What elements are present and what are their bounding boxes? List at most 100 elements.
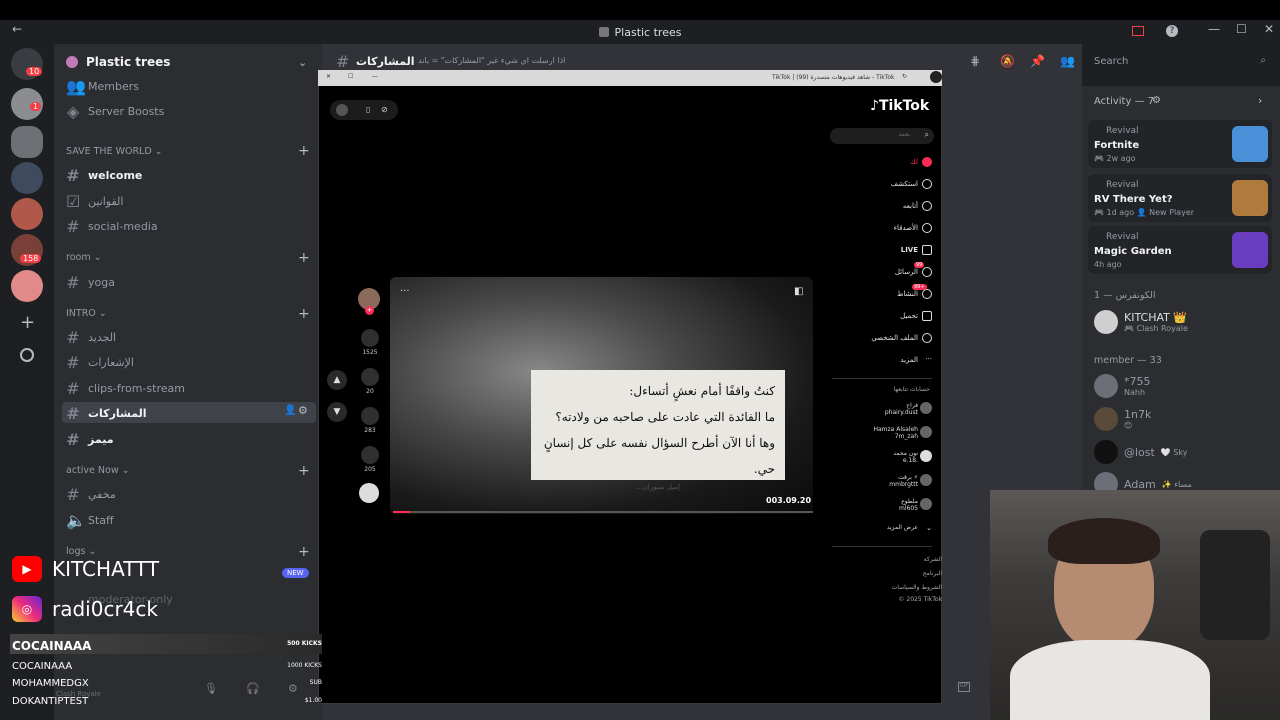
- maximize-button[interactable]: ☐: [1236, 22, 1247, 36]
- member-row[interactable]: 1n7k 😊: [1094, 407, 1151, 431]
- channel-topic[interactable]: اذا ارسلت اي شيء غير "المشاركات" = باند: [418, 56, 565, 65]
- close-button[interactable]: ✕: [1264, 22, 1274, 36]
- tiktok-search-input[interactable]: بحث ⌕: [830, 128, 934, 144]
- share-button[interactable]: 205: [360, 446, 380, 473]
- tiktok-controls[interactable]: ▯ ⊘: [330, 100, 398, 120]
- server-icon[interactable]: [11, 198, 43, 230]
- server-icon-plastic-trees[interactable]: [11, 126, 43, 158]
- notification-bell-icon[interactable]: 🔕: [1000, 54, 1015, 68]
- gear-icon[interactable]: ⚙: [1152, 95, 1161, 106]
- channel-yoga[interactable]: # yoga: [66, 273, 115, 292]
- nav-for-you[interactable]: لك: [846, 157, 932, 167]
- category-room[interactable]: room ⌄: [66, 252, 102, 263]
- microphone-icon[interactable]: 🎙: [204, 682, 218, 695]
- save-button[interactable]: 283: [360, 407, 380, 434]
- footer-program[interactable]: البرنامج: [870, 570, 942, 577]
- settings-icon[interactable]: ⊘: [381, 105, 388, 114]
- browser-icon[interactable]: [930, 71, 942, 83]
- settings-gear-icon[interactable]: ⚙: [288, 682, 298, 695]
- category-save-the-world[interactable]: SAVE THE WORLD ⌄: [66, 146, 163, 157]
- server-boosts-link[interactable]: ◈ Server Boosts: [66, 102, 165, 121]
- sound-disc-icon[interactable]: [359, 483, 379, 503]
- following-account[interactable]: ملطوع ml605: [850, 498, 932, 512]
- channel-memes[interactable]: # ميمز: [66, 430, 113, 449]
- channel-new[interactable]: # الجديد: [66, 328, 116, 347]
- follow-plus-icon[interactable]: +: [365, 306, 374, 315]
- category-intro[interactable]: INTRO ⌄: [66, 308, 107, 319]
- add-channel-icon[interactable]: +: [298, 544, 310, 560]
- reload-icon[interactable]: ↻: [902, 73, 907, 80]
- minimize-icon[interactable]: —: [372, 73, 378, 80]
- nav-more[interactable]: المزيد ···: [846, 355, 932, 364]
- add-channel-icon[interactable]: +: [298, 463, 310, 479]
- nav-messages[interactable]: الرسائل: [846, 267, 932, 277]
- channel-staff[interactable]: 🔈 Staff: [66, 511, 114, 530]
- server-icon[interactable]: [11, 270, 43, 302]
- previous-video-button[interactable]: ▲: [327, 370, 347, 390]
- nav-friends[interactable]: الأصدقاء: [846, 223, 932, 233]
- threads-icon[interactable]: ⋕: [970, 54, 980, 68]
- more-options-icon[interactable]: ···: [400, 286, 410, 297]
- member-list-icon[interactable]: 👥: [1060, 54, 1075, 68]
- like-button[interactable]: 1525: [360, 329, 380, 356]
- add-server-icon[interactable]: +: [20, 312, 35, 333]
- member-row[interactable]: KITCHAT 👑 🎮 Clash Royale: [1094, 310, 1188, 334]
- close-tab-icon[interactable]: ✕: [326, 73, 331, 80]
- channel-welcome[interactable]: # welcome: [66, 166, 142, 185]
- nav-activity[interactable]: النشاط: [846, 289, 932, 299]
- quote-card: كنتُ واقفًا أمام نعشٍ أتساءل: ما الفائدة…: [531, 370, 785, 491]
- chevron-right-icon[interactable]: ›: [1258, 94, 1262, 107]
- headphones-icon[interactable]: 🎧: [246, 682, 260, 695]
- member-row[interactable]: *755 Nahh: [1094, 374, 1151, 398]
- gif-icon[interactable]: GIF: [958, 682, 970, 692]
- channel-notifications[interactable]: # الإشعارات: [66, 353, 134, 372]
- activity-card[interactable]: Revival Magic Garden 4h ago: [1088, 226, 1272, 274]
- channel-shares[interactable]: # المشاركات: [66, 404, 146, 423]
- back-arrow-icon[interactable]: ←: [12, 22, 22, 36]
- search-input[interactable]: Search ⌕: [1088, 52, 1272, 72]
- nav-explore[interactable]: استكشف: [846, 179, 932, 189]
- browser-url[interactable]: TikTok | شاهد فيديوهات متصدرة (99) - Tik…: [772, 74, 895, 81]
- avatar: [920, 450, 932, 462]
- restore-icon[interactable]: ☐: [348, 73, 353, 80]
- nav-live[interactable]: LIVE: [846, 245, 932, 255]
- following-account[interactable]: نون محمد e.18.: [850, 450, 932, 464]
- volume-icon[interactable]: ◧: [794, 286, 803, 297]
- discover-icon[interactable]: [20, 348, 34, 362]
- footer-terms[interactable]: الشروط والسياسات: [870, 584, 942, 591]
- device-icon[interactable]: ▯: [366, 105, 370, 114]
- nav-upload[interactable]: تحميل: [846, 311, 932, 321]
- add-channel-icon[interactable]: +: [298, 143, 310, 159]
- nav-profile[interactable]: الملف الشخصي: [846, 333, 932, 343]
- member-row[interactable]: @lost 🤍 Sky: [1094, 440, 1188, 464]
- category-active-now[interactable]: active Now ⌄: [66, 465, 130, 476]
- following-account[interactable]: Hamza Alsaleh 7m_zah: [850, 426, 932, 440]
- footer-company[interactable]: الشركة: [870, 556, 942, 563]
- following-account[interactable]: فراح phairy.dust: [850, 402, 932, 416]
- video-progress-track[interactable]: [393, 511, 813, 513]
- tiktok-logo[interactable]: ♪TikTok: [870, 98, 929, 114]
- add-channel-icon[interactable]: +: [298, 250, 310, 266]
- pin-icon[interactable]: 📌: [1030, 54, 1045, 68]
- channel-rules[interactable]: ☑ القوانين: [66, 192, 123, 211]
- inbox-icon[interactable]: [1132, 26, 1144, 36]
- channel-social-media[interactable]: # social-media: [66, 217, 157, 236]
- server-icon[interactable]: [11, 162, 43, 194]
- comment-button[interactable]: 20: [360, 368, 380, 395]
- next-video-button[interactable]: ▼: [327, 402, 347, 422]
- add-channel-icon[interactable]: +: [298, 306, 310, 322]
- channel-hidden[interactable]: # مخفي: [66, 485, 115, 504]
- channel-clips-from-stream[interactable]: # clips-from-stream: [66, 379, 185, 398]
- chevron-down-icon[interactable]: ⌄: [298, 56, 307, 69]
- minimize-button[interactable]: —: [1208, 22, 1220, 36]
- show-more-link[interactable]: عرض المزيد ⌄: [850, 524, 932, 532]
- gear-icon[interactable]: ⚙: [298, 404, 308, 417]
- activity-card[interactable]: Revival RV There Yet? 🎮 1d ago 👤 New Pla…: [1088, 174, 1272, 222]
- help-icon[interactable]: ?: [1166, 25, 1178, 37]
- invite-icon[interactable]: 👤: [284, 405, 296, 416]
- following-account[interactable]: برقت ⚡ mmbrgttt: [850, 474, 932, 488]
- members-link[interactable]: 👥 Members: [66, 77, 139, 96]
- activity-card[interactable]: Revival Fortnite 🎮 2w ago: [1088, 120, 1272, 168]
- server-name[interactable]: Plastic trees: [86, 55, 170, 69]
- nav-following[interactable]: أتابعه: [846, 201, 932, 211]
